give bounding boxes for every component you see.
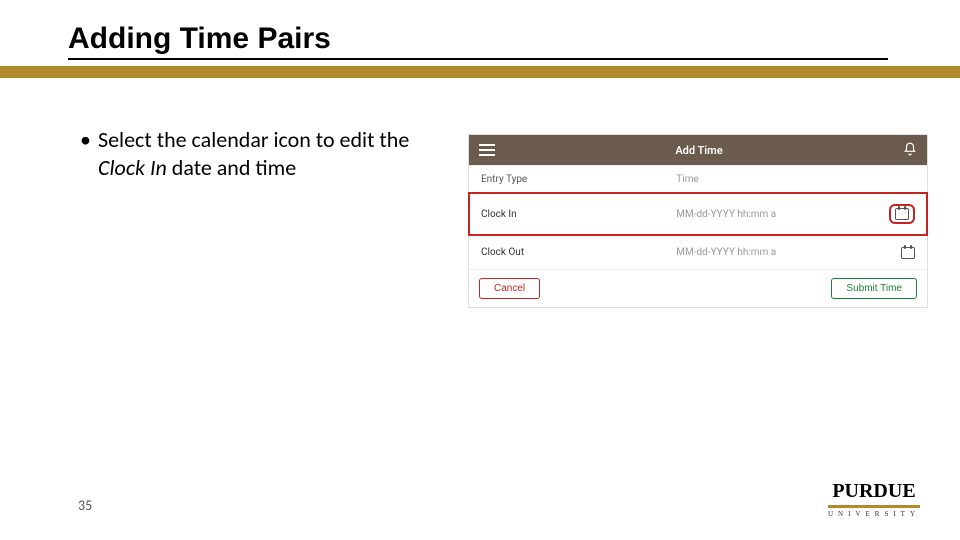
- calendar-icon[interactable]: [895, 208, 909, 220]
- logo-wordmark: PURDUE: [828, 480, 920, 508]
- page-number: 35: [78, 497, 92, 514]
- bullet-text: Select the calendar icon to edit the Clo…: [98, 126, 450, 181]
- clock-in-calendar-highlight: [889, 204, 915, 224]
- bullet-item: • Select the calendar icon to edit the C…: [80, 126, 450, 181]
- button-row: Cancel Submit Time: [469, 269, 927, 307]
- calendar-icon[interactable]: [901, 247, 915, 259]
- clock-in-row[interactable]: Clock In MM-dd-YYYY hh:mm a: [469, 193, 927, 235]
- logo-subtext: UNIVERSITY: [828, 510, 920, 518]
- column-header-row: Entry Type Time: [469, 165, 927, 193]
- slide-title: Adding Time Pairs: [68, 22, 960, 56]
- clock-out-row[interactable]: Clock Out MM-dd-YYYY hh:mm a: [469, 235, 927, 269]
- clock-out-placeholder: MM-dd-YYYY hh:mm a: [676, 247, 776, 258]
- bullet-italic: Clock In: [98, 154, 167, 181]
- col-time: Time: [676, 174, 915, 185]
- title-underline: [68, 58, 888, 60]
- col-entry-type: Entry Type: [481, 174, 676, 185]
- app-title: Add Time: [675, 144, 722, 157]
- gold-accent-bar: [0, 66, 960, 78]
- submit-time-button[interactable]: Submit Time: [831, 278, 917, 299]
- purdue-logo: PURDUE UNIVERSITY: [828, 480, 920, 518]
- bullet-prefix: Select the calendar icon to edit the: [98, 126, 409, 153]
- hamburger-icon[interactable]: [479, 144, 495, 156]
- cancel-button[interactable]: Cancel: [479, 278, 540, 299]
- add-time-screenshot: Add Time Entry Type Time Clock In MM-dd-…: [468, 134, 928, 308]
- bullet-suffix: date and time: [167, 154, 296, 181]
- clock-in-placeholder: MM-dd-YYYY hh:mm a: [676, 209, 776, 220]
- bell-icon[interactable]: [903, 142, 917, 159]
- bullet-dot: •: [80, 126, 98, 181]
- clock-out-label: Clock Out: [481, 247, 676, 258]
- clock-in-label: Clock In: [481, 209, 676, 220]
- app-header: Add Time: [469, 135, 927, 165]
